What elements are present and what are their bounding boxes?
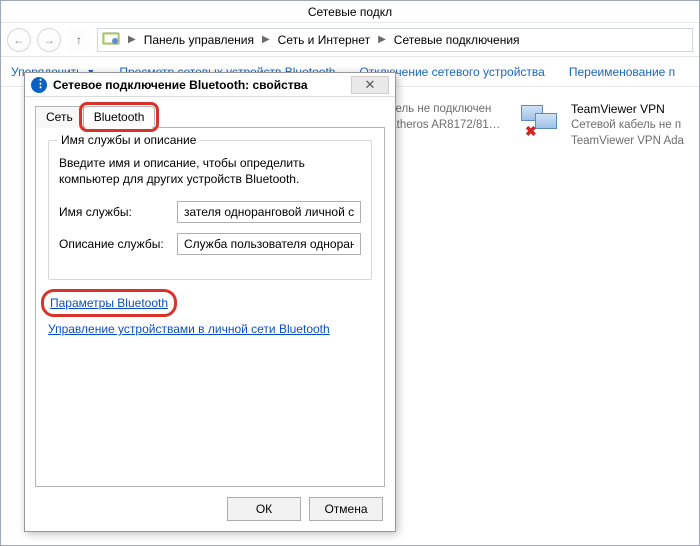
bluetooth-settings-link[interactable]: Параметры Bluetooth (48, 296, 170, 310)
connection-status: Сетевой кабель не п (571, 117, 684, 133)
address-bar[interactable]: ▶ Панель управления ▶ Сеть и Интернет ▶ … (97, 28, 693, 52)
control-panel-icon (102, 30, 120, 49)
network-adapter-icon: ✖ (521, 101, 563, 137)
dialog-body: Сеть Bluetooth Имя службы и описание Вве… (25, 97, 395, 487)
connection-adapter: TeamViewer VPN Ada (571, 133, 684, 149)
connection-adapter: Atheros AR8172/81… (389, 117, 500, 133)
ok-button[interactable]: ОК (227, 497, 301, 521)
service-name-label: Имя службы: (59, 205, 169, 219)
service-name-input[interactable] (177, 201, 361, 223)
dialog-button-row: ОК Отмена (227, 497, 383, 521)
manage-pan-devices-link[interactable]: Управление устройствами в личной сети Bl… (48, 322, 330, 336)
service-desc-input[interactable] (177, 233, 361, 255)
chevron-right-icon: ▶ (260, 34, 272, 45)
chevron-right-icon: ▶ (126, 34, 138, 45)
error-x-icon: ✖ (525, 123, 537, 140)
group-legend: Имя службы и описание (57, 133, 200, 147)
connection-status: бель не подключен (389, 101, 500, 117)
connection-item-teamviewer[interactable]: ✖ TeamViewer VPN Сетевой кабель не п Tea… (521, 101, 700, 149)
cancel-button[interactable]: Отмена (309, 497, 383, 521)
breadcrumb-item[interactable]: Сеть и Интернет (278, 33, 370, 47)
tab-bluetooth[interactable]: Bluetooth (83, 106, 156, 128)
back-button[interactable]: ← (7, 28, 31, 52)
rename-connection[interactable]: Переименование п (569, 65, 675, 79)
group-description: Введите имя и описание, чтобы определить… (59, 155, 361, 187)
forward-button[interactable]: → (37, 28, 61, 52)
tab-page-bluetooth: Имя службы и описание Введите имя и опис… (35, 127, 385, 487)
dialog-title: Сетевое подключение Bluetooth: свойства (53, 78, 308, 92)
window-title: Сетевые подкл (1, 1, 699, 23)
tab-network[interactable]: Сеть (35, 106, 84, 128)
tab-strip: Сеть Bluetooth (35, 105, 385, 127)
service-desc-label: Описание службы: (59, 237, 169, 251)
up-button[interactable]: ↑ (67, 28, 91, 52)
connection-item-ethernet[interactable]: бель не подключен Atheros AR8172/81… (389, 101, 529, 133)
bluetooth-icon: ⋮ (31, 77, 47, 93)
breadcrumb-item[interactable]: Панель управления (144, 33, 254, 47)
breadcrumb-item[interactable]: Сетевые подключения (394, 33, 520, 47)
chevron-right-icon: ▶ (376, 34, 388, 45)
close-button[interactable]: ✕ (351, 76, 389, 94)
nav-row: ← → ↑ ▶ Панель управления ▶ Сеть и Интер… (1, 23, 699, 57)
dialog-titlebar: ⋮ Сетевое подключение Bluetooth: свойств… (25, 73, 395, 97)
connection-name: TeamViewer VPN (571, 101, 684, 117)
service-name-group: Имя службы и описание Введите имя и опис… (48, 140, 372, 280)
bluetooth-properties-dialog: ⋮ Сетевое подключение Bluetooth: свойств… (24, 72, 396, 532)
